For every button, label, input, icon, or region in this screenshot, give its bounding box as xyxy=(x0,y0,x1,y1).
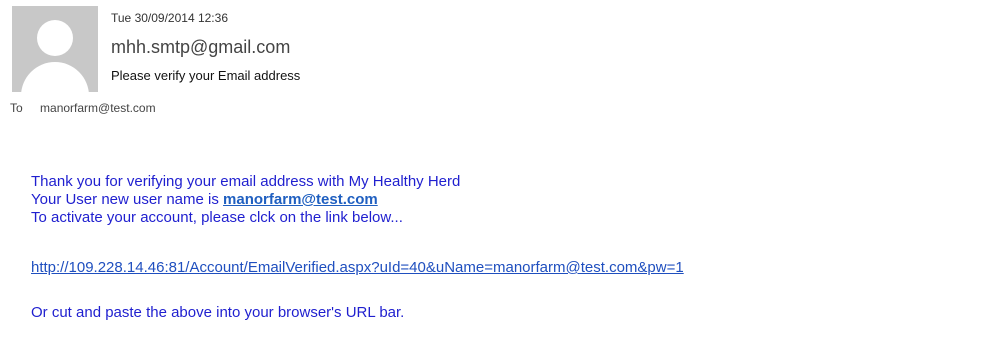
verify-link[interactable]: http://109.228.14.46:81/Account/EmailVer… xyxy=(31,259,684,276)
message-line-paste: Or cut and paste the above into your bro… xyxy=(31,304,405,321)
message-line-activate: To activate your account, please clck on… xyxy=(31,209,403,226)
to-label: To xyxy=(10,101,23,115)
message-line-link: http://109.228.14.46:81/Account/EmailVer… xyxy=(31,259,684,277)
person-silhouette-body xyxy=(21,62,89,92)
message-line-thanks: Thank you for verifying your email addre… xyxy=(31,173,461,190)
username-link[interactable]: manorfarm@test.com xyxy=(223,191,378,208)
recipient-row: To manorfarm@test.com xyxy=(10,101,156,115)
recipient-address[interactable]: manorfarm@test.com xyxy=(40,101,156,115)
sender-avatar xyxy=(12,6,98,92)
sender-address[interactable]: mhh.smtp@gmail.com xyxy=(111,37,290,58)
person-silhouette-icon xyxy=(37,20,73,56)
message-line-username: Your User new user name is manorfarm@tes… xyxy=(31,191,378,209)
email-date: Tue 30/09/2014 12:36 xyxy=(111,11,228,25)
email-subject: Please verify your Email address xyxy=(111,68,301,83)
username-prefix: Your User new user name is xyxy=(31,191,224,208)
